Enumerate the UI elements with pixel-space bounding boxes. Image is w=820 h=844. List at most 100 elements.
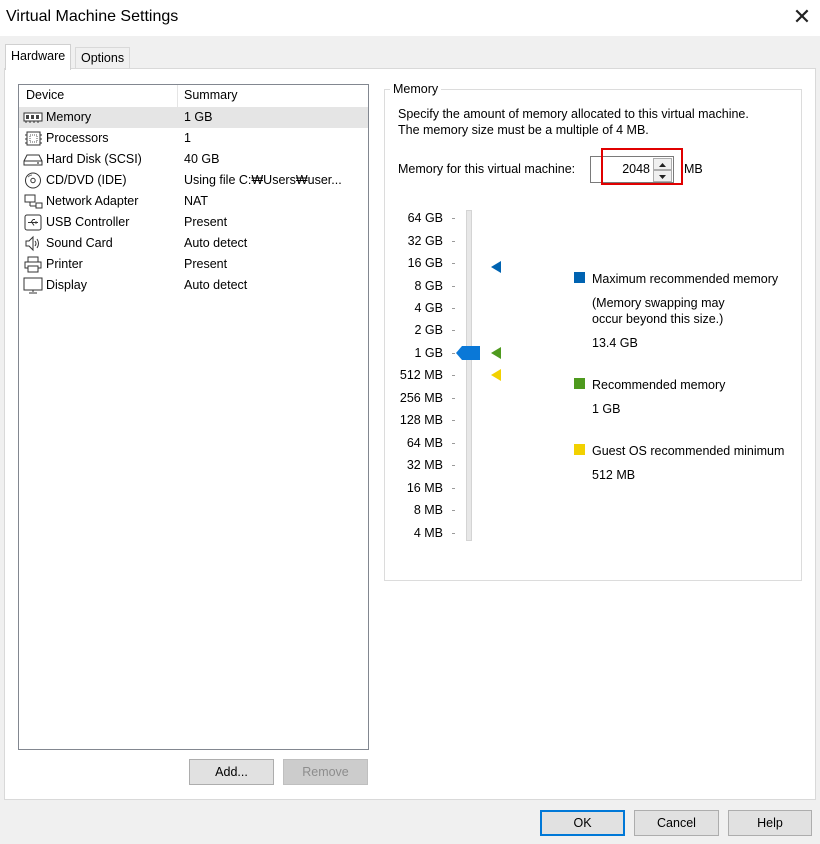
device-name: Printer xyxy=(46,257,83,271)
memory-group-title: Memory xyxy=(390,82,442,96)
scale-tick xyxy=(452,465,455,466)
memory-slider-track[interactable] xyxy=(466,210,472,541)
device-name: Network Adapter xyxy=(46,194,139,208)
guest-minimum-legend-swatch xyxy=(574,444,585,455)
scale-tick xyxy=(452,241,455,242)
device-name: Processors xyxy=(46,131,109,145)
memory-unit: MB xyxy=(684,162,703,176)
max-recommended-title: Maximum recommended memory xyxy=(592,272,779,286)
scale-tick xyxy=(452,375,455,376)
scale-label: 4 MB xyxy=(413,526,443,540)
device-row-memory[interactable]: Memory 1 GB xyxy=(19,107,368,128)
memory-icon xyxy=(23,112,43,123)
scale-label: 32 GB xyxy=(407,234,443,248)
device-list[interactable]: Device Summary Memory 1 GB Processors 1 … xyxy=(18,84,369,750)
hard-disk-icon xyxy=(23,154,43,166)
close-icon[interactable]: ✕ xyxy=(786,2,818,32)
recommended-marker-shape xyxy=(491,347,501,359)
scale-tick xyxy=(452,420,455,421)
scale-label: 8 MB xyxy=(413,503,443,517)
max-recommended-value: 13.4 GB xyxy=(592,336,638,350)
max-recommended-swatch-fill xyxy=(574,272,585,283)
max-recommended-marker-icon xyxy=(491,261,501,273)
add-button[interactable]: Add... xyxy=(189,759,274,785)
scale-label: 32 MB xyxy=(406,458,443,472)
title-bar: Virtual Machine Settings ✕ xyxy=(0,0,820,36)
processor-icon xyxy=(25,131,42,146)
memory-field-label: Memory for this virtual machine: xyxy=(398,162,576,176)
device-name: CD/DVD (IDE) xyxy=(46,173,127,187)
memory-slider-thumb[interactable] xyxy=(456,346,480,360)
recommended-swatch-fill xyxy=(574,378,585,389)
scale-tick xyxy=(452,308,455,309)
recommended-marker-icon xyxy=(491,347,501,359)
guest-minimum-swatch-fill xyxy=(574,444,585,455)
device-summary: Auto detect xyxy=(184,236,248,250)
device-summary: 1 GB xyxy=(184,110,213,124)
column-separator[interactable] xyxy=(177,85,178,107)
network-adapter-icon xyxy=(24,194,43,209)
scale-label: 1 GB xyxy=(414,346,444,360)
device-row-processors[interactable]: Processors 1 xyxy=(19,128,368,149)
device-summary: 40 GB xyxy=(184,152,220,166)
scale-tick xyxy=(452,353,455,354)
device-summary: Using file C:₩Users₩user... xyxy=(184,173,342,187)
cancel-button[interactable]: Cancel xyxy=(634,810,719,836)
device-row-hard-disk[interactable]: Hard Disk (SCSI) 40 GB xyxy=(19,149,368,170)
scale-label: 128 MB xyxy=(399,413,443,427)
usb-icon xyxy=(24,214,42,231)
device-summary: Auto detect xyxy=(184,278,248,292)
max-recommended-marker-shape xyxy=(491,261,501,273)
help-button[interactable]: Help xyxy=(728,810,812,836)
column-header-device[interactable]: Device xyxy=(26,88,64,102)
guest-minimum-marker-shape xyxy=(491,369,501,381)
arrow-down-icon xyxy=(659,175,666,179)
printer-icon xyxy=(24,256,42,273)
device-name: Memory xyxy=(46,110,92,124)
recommended-title: Recommended memory xyxy=(592,378,726,392)
device-row-network-adapter[interactable]: Network Adapter NAT xyxy=(19,191,368,212)
scale-tick xyxy=(452,330,455,331)
max-recommended-note-line-2: occur beyond this size.) xyxy=(592,312,724,326)
scale-label: 16 GB xyxy=(407,256,443,270)
display-icon xyxy=(23,277,43,294)
scale-label: 512 MB xyxy=(399,368,443,382)
device-row-display[interactable]: Display Auto detect xyxy=(19,275,368,296)
device-summary: NAT xyxy=(184,194,209,208)
device-row-usb-controller[interactable]: USB Controller Present xyxy=(19,212,368,233)
scale-label: 16 MB xyxy=(406,481,443,495)
device-row-cd-dvd[interactable]: CD/DVD (IDE) Using file C:₩Users₩user... xyxy=(19,170,368,191)
scale-label: 64 GB xyxy=(407,211,443,225)
guest-minimum-value: 512 MB xyxy=(592,468,636,482)
scale-tick xyxy=(452,286,455,287)
scale-tick xyxy=(452,263,455,264)
scale-label: 2 GB xyxy=(414,323,444,337)
device-summary: 1 xyxy=(184,131,191,145)
column-header-summary[interactable]: Summary xyxy=(184,88,237,102)
memory-description-line-1: Specify the amount of memory allocated t… xyxy=(398,107,749,121)
device-row-printer[interactable]: Printer Present xyxy=(19,254,368,275)
memory-description-line-2: The memory size must be a multiple of 4 … xyxy=(398,123,649,137)
device-summary: Present xyxy=(184,257,228,271)
device-name: USB Controller xyxy=(46,215,130,229)
ok-button[interactable]: OK xyxy=(540,810,625,836)
window-title: Virtual Machine Settings xyxy=(6,8,179,25)
max-recommended-legend-swatch xyxy=(574,272,585,283)
guest-minimum-marker-icon xyxy=(491,369,501,381)
cd-dvd-icon xyxy=(25,172,41,189)
scale-tick xyxy=(452,533,455,534)
scale-label: 8 GB xyxy=(414,279,444,293)
scale-label: 256 MB xyxy=(399,391,443,405)
device-name: Sound Card xyxy=(46,236,113,250)
memory-input[interactable] xyxy=(600,157,652,180)
scale-label: 64 MB xyxy=(406,436,443,450)
recommended-value: 1 GB xyxy=(592,402,621,416)
remove-button[interactable]: Remove xyxy=(283,759,368,785)
device-row-sound-card[interactable]: Sound Card Auto detect xyxy=(19,233,368,254)
tab-options[interactable]: Options xyxy=(75,47,131,69)
guest-minimum-title: Guest OS recommended minimum xyxy=(592,444,785,458)
spin-down-button[interactable] xyxy=(653,170,672,182)
spin-up-button[interactable] xyxy=(653,158,672,170)
tab-hardware[interactable]: Hardware xyxy=(5,44,72,70)
scale-label: 4 GB xyxy=(414,301,444,315)
